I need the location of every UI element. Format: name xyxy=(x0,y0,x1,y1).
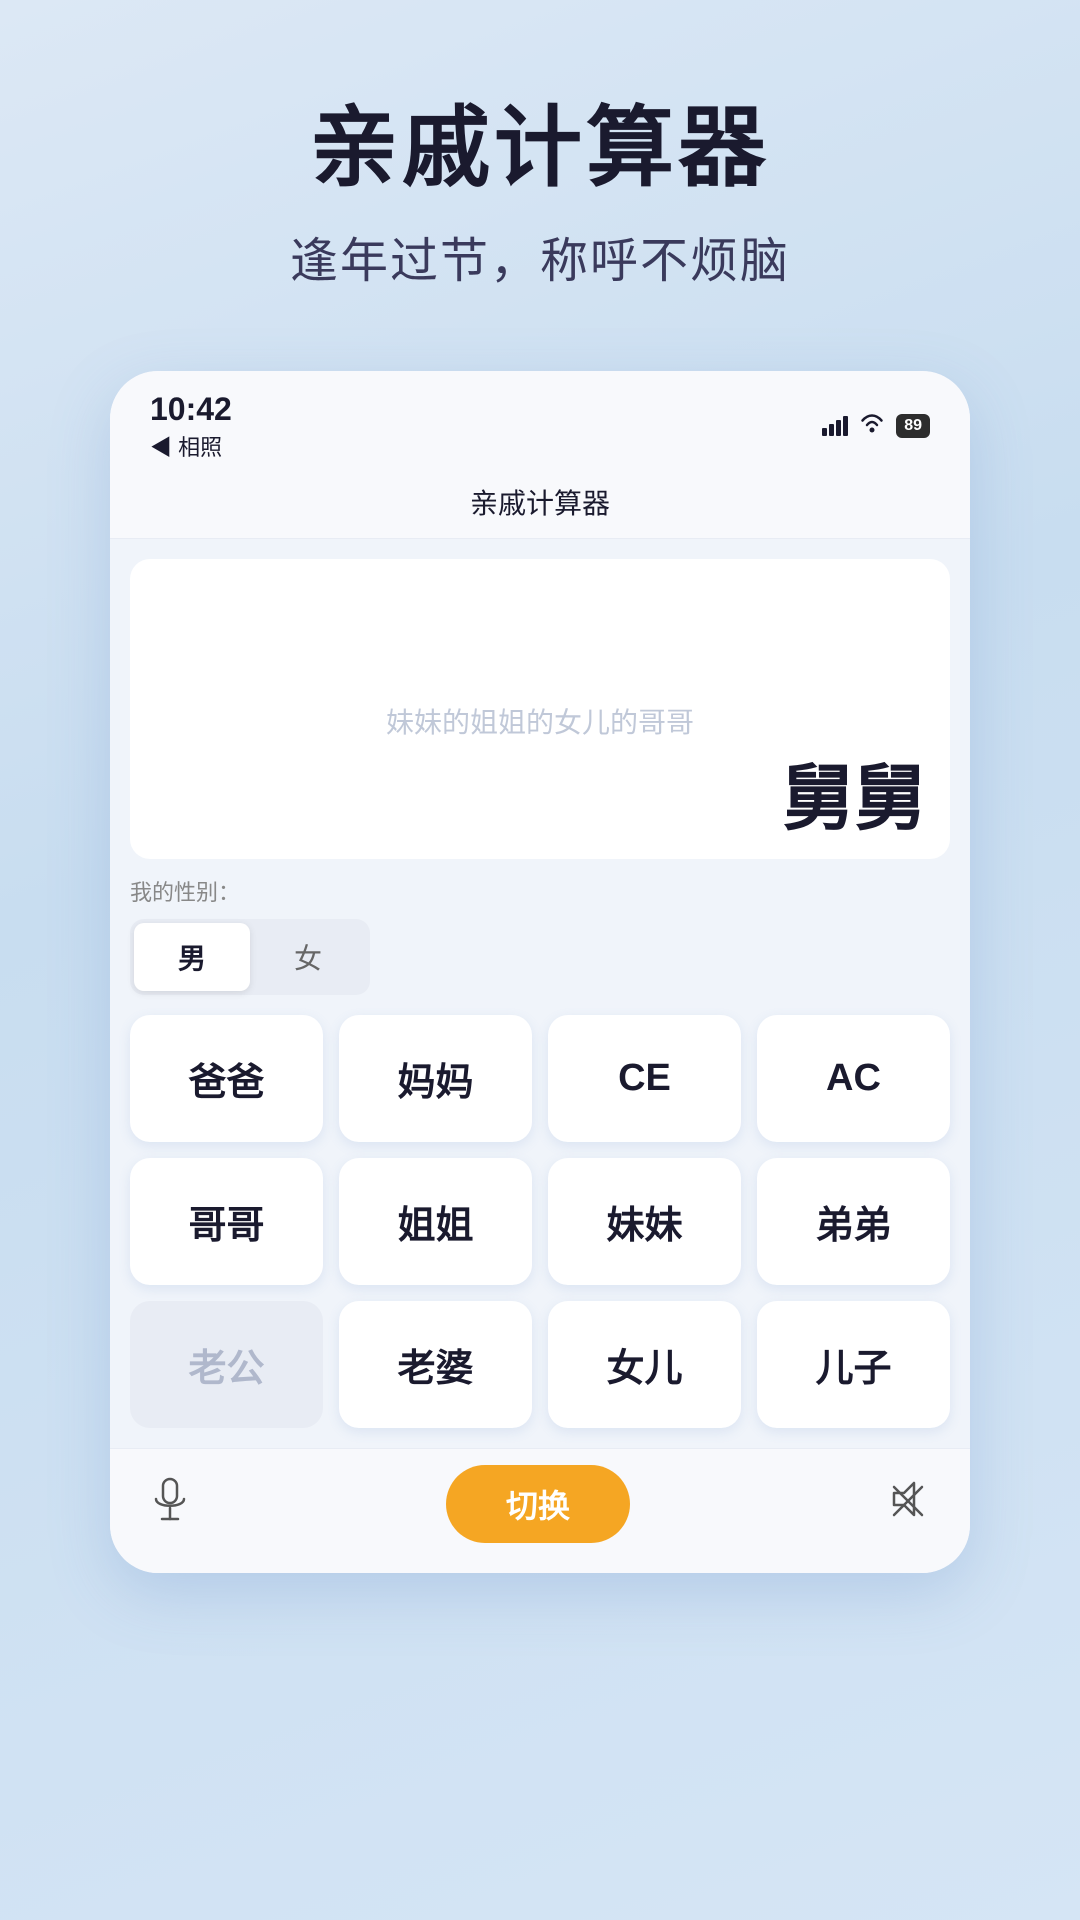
phone-mockup: 10:42 ◀ 相照 89 亲戚计算器 xyxy=(110,371,970,1573)
status-bar: 10:42 ◀ 相照 89 xyxy=(110,371,970,472)
keypad: 爸爸 妈妈 CE AC 哥哥 姐姐 妹妹 弟弟 老公 老婆 女儿 儿子 xyxy=(110,1005,970,1448)
key-mama[interactable]: 妈妈 xyxy=(339,1015,532,1142)
key-didi[interactable]: 弟弟 xyxy=(757,1158,950,1285)
key-erzi[interactable]: 儿子 xyxy=(757,1301,950,1428)
switch-button[interactable]: 切换 xyxy=(446,1465,630,1543)
sub-title: 逢年过节，称呼不烦脑 xyxy=(60,221,1020,291)
battery-badge: 89 xyxy=(896,414,930,438)
header-section: 亲戚计算器 逢年过节，称呼不烦脑 xyxy=(0,0,1080,351)
display-area: 妹妹的姐姐的女儿的哥哥 舅舅 xyxy=(130,559,950,859)
gender-toggle: 男 女 xyxy=(130,919,370,995)
nav-title: 亲戚计算器 xyxy=(470,488,610,519)
speaker-icon[interactable] xyxy=(886,1479,930,1528)
key-gege[interactable]: 哥哥 xyxy=(130,1158,323,1285)
key-meimei[interactable]: 妹妹 xyxy=(548,1158,741,1285)
signal-icon xyxy=(822,416,848,436)
display-result: 舅舅 xyxy=(154,760,926,839)
bottom-bar: 切换 xyxy=(110,1448,970,1573)
gender-label: 我的性别： xyxy=(130,875,950,907)
status-time: 10:42 xyxy=(150,391,232,428)
key-baba[interactable]: 爸爸 xyxy=(130,1015,323,1142)
key-ce[interactable]: CE xyxy=(548,1015,741,1142)
key-nver[interactable]: 女儿 xyxy=(548,1301,741,1428)
wifi-icon xyxy=(858,412,886,440)
display-placeholder: 妹妹的姐姐的女儿的哥哥 xyxy=(386,701,694,741)
back-button[interactable]: ◀ 相照 xyxy=(150,430,232,462)
mic-icon[interactable] xyxy=(150,1477,190,1530)
status-left: 10:42 ◀ 相照 xyxy=(150,391,232,462)
key-jiejie[interactable]: 姐姐 xyxy=(339,1158,532,1285)
nav-bar: 亲戚计算器 xyxy=(110,472,970,539)
key-laopo[interactable]: 老婆 xyxy=(339,1301,532,1428)
gender-male-button[interactable]: 男 xyxy=(134,923,250,991)
gender-section: 我的性别： 男 女 xyxy=(110,859,970,1005)
main-title: 亲戚计算器 xyxy=(60,100,1020,197)
gender-female-button[interactable]: 女 xyxy=(250,923,366,991)
key-ac[interactable]: AC xyxy=(757,1015,950,1142)
status-icons: 89 xyxy=(822,412,930,440)
key-laogong: 老公 xyxy=(130,1301,323,1428)
